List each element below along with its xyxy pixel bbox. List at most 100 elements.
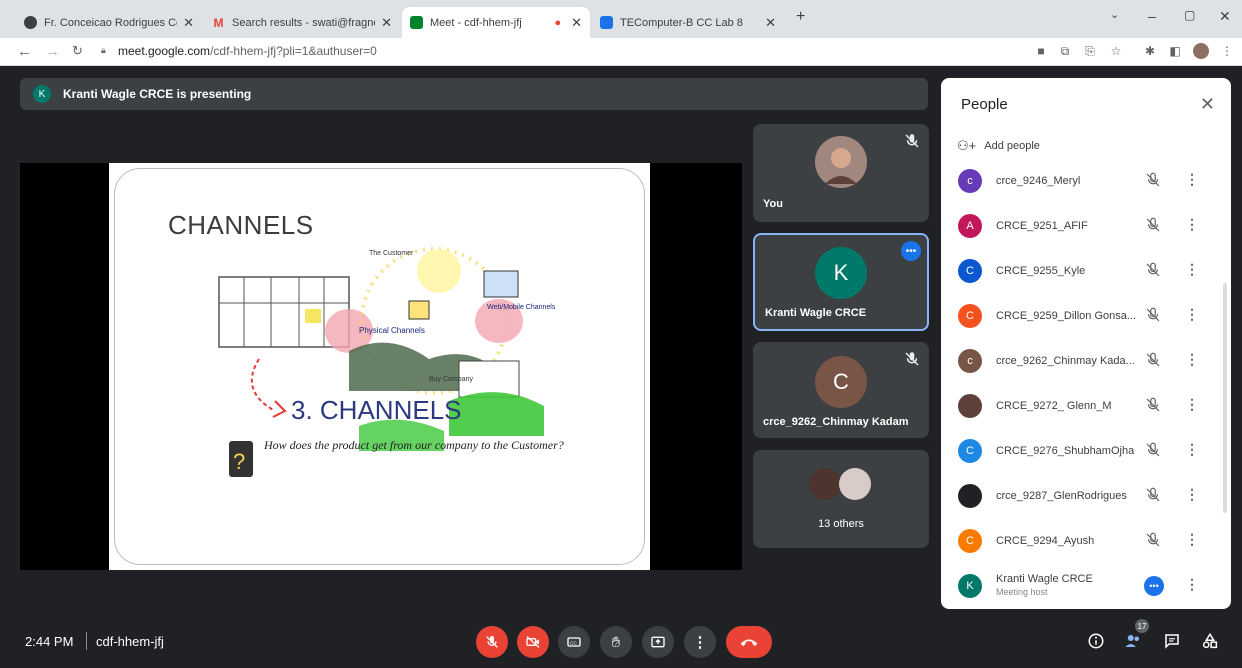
tile-name: crce_9262_Chinmay Kadam — [763, 416, 909, 428]
meet-favicon-icon — [410, 16, 423, 29]
activities-button[interactable] — [1199, 630, 1221, 652]
meeting-details-button[interactable] — [1085, 630, 1107, 652]
tab-title: TEComputer-B CC Lab 8 — [620, 16, 743, 29]
reload-icon[interactable]: ↻ — [72, 43, 83, 59]
participant-row[interactable]: C CRCE_9276_ShubhamOjha ⋮ — [941, 428, 1231, 473]
slide-headline: 3. CHANNELS — [291, 395, 462, 425]
participant-photo-avatar — [958, 484, 982, 508]
close-panel-icon[interactable]: ✕ — [1200, 94, 1215, 115]
extensions-puzzle-icon[interactable]: ✱ — [1143, 44, 1157, 58]
add-people-button[interactable]: ⚇+ Add people — [957, 138, 1040, 154]
participant-avatar: c — [958, 349, 982, 373]
participant-tile-others[interactable]: 13 others — [753, 450, 929, 548]
participant-row[interactable]: crce_9287_GlenRodrigues ⋮ — [941, 473, 1231, 518]
others-count: 13 others — [818, 518, 864, 530]
lock-icon[interactable]: 🔒︎ — [101, 45, 106, 56]
side-panel-icon[interactable]: ◧ — [1168, 44, 1182, 58]
channels-sketch-illustration: 3. CHANNELS ? How does the product get f… — [218, 247, 564, 477]
close-tab-icon[interactable]: ✕ — [571, 15, 582, 31]
tab-title: Search results - swati@fragnel.e — [232, 16, 375, 29]
participant-avatar: A — [958, 214, 982, 238]
forward-arrow-icon[interactable]: → — [45, 43, 60, 60]
raise-hand-button[interactable]: ✋︎ — [600, 626, 632, 658]
more-options-icon[interactable]: ⋮ — [1185, 261, 1199, 278]
mic-off-icon — [905, 352, 919, 366]
url-path: /cdf-hhem-jfj?pli=1&authuser=0 — [210, 44, 377, 58]
browser-tab-strip: Fr. Conceicao Rodrigues College ✕ M Sear… — [0, 0, 1242, 38]
meeting-code: cdf-hhem-jfj — [96, 634, 164, 649]
participant-tile-presenter[interactable]: K ••• Kranti Wagle CRCE — [753, 233, 929, 331]
bookmark-star-icon[interactable]: ☆ — [1109, 44, 1123, 58]
restore-button[interactable]: ▢ — [1184, 8, 1195, 22]
info-icon — [1088, 633, 1104, 649]
mic-off-icon — [1146, 262, 1160, 277]
participant-tile-chinmay[interactable]: C crce_9262_Chinmay Kadam — [753, 342, 929, 438]
more-options-icon[interactable]: ⋮ — [1185, 576, 1199, 593]
participant-row[interactable]: c crce_9262_Chinmay Kada... ⋮ — [941, 338, 1231, 383]
close-tab-icon[interactable]: ✕ — [183, 15, 194, 31]
recording-dot-icon: ● — [554, 16, 562, 29]
participant-row[interactable]: C CRCE_9294_Ayush ⋮ — [941, 518, 1231, 563]
participant-row[interactable]: c crce_9246_Meryl ⋮ — [941, 158, 1231, 203]
more-options-icon[interactable]: ⋮ — [1185, 486, 1199, 503]
participant-name: CRCE_9276_ShubhamOjha — [996, 445, 1135, 457]
chinmay-avatar: C — [815, 356, 867, 408]
url-host: meet.google.com — [118, 44, 211, 58]
tile-name: You — [763, 198, 783, 210]
present-now-button[interactable] — [642, 626, 674, 658]
new-tab-button[interactable]: + — [796, 8, 805, 26]
more-options-icon[interactable]: ⋮ — [1185, 531, 1199, 548]
participant-row[interactable]: CRCE_9272_ Glenn_M ⋮ — [941, 383, 1231, 428]
people-button[interactable] — [1122, 630, 1144, 652]
participant-name: crce_9262_Chinmay Kada... — [996, 355, 1135, 367]
browser-tab-classroom[interactable]: TEComputer-B CC Lab 8 ✕ — [592, 7, 784, 38]
mic-off-icon — [1146, 442, 1160, 457]
participant-tile-you[interactable]: You — [753, 124, 929, 222]
participant-row[interactable]: C CRCE_9259_Dillon Gonsa... ⋮ — [941, 293, 1231, 338]
svg-text:CC: CC — [570, 640, 577, 645]
slide-question: How does the product get from our compan… — [263, 438, 564, 452]
more-options-icon[interactable]: ⋮ — [1185, 441, 1199, 458]
browser-tab-college[interactable]: Fr. Conceicao Rodrigues College ✕ — [16, 7, 202, 38]
mic-off-icon — [1146, 532, 1160, 547]
browser-tab-gmail[interactable]: M Search results - swati@fragnel.e ✕ — [204, 7, 400, 38]
url-field[interactable]: meet.google.com/cdf-hhem-jfj?pli=1&authu… — [118, 44, 377, 58]
other-avatar-2 — [839, 468, 871, 500]
camera-icon[interactable]: ■ — [1034, 44, 1048, 58]
more-options-icon[interactable]: ⋮ — [1185, 396, 1199, 413]
profile-avatar[interactable] — [1193, 43, 1209, 59]
mic-off-icon — [905, 134, 919, 148]
camera-toggle-button[interactable] — [517, 626, 549, 658]
presenting-banner: K Kranti Wagle CRCE is presenting — [20, 78, 928, 110]
camera-off-icon — [526, 636, 540, 648]
microphone-toggle-button[interactable] — [476, 626, 508, 658]
scrollbar[interactable] — [1223, 283, 1227, 513]
leave-call-button[interactable] — [726, 626, 772, 658]
participant-row[interactable]: A CRCE_9251_AFIF ⋮ — [941, 203, 1231, 248]
close-window-button[interactable]: ✕ — [1219, 8, 1231, 25]
speaking-indicator-icon: ••• — [901, 241, 921, 261]
captions-button[interactable]: CC — [558, 626, 590, 658]
more-options-button[interactable]: ⋮ — [684, 626, 716, 658]
more-options-icon[interactable]: ⋮ — [1185, 216, 1199, 233]
open-external-icon[interactable]: ⧉ — [1058, 44, 1072, 58]
people-icon — [1125, 635, 1139, 647]
chat-icon — [1165, 634, 1179, 649]
participant-row-host[interactable]: K Kranti Wagle CRCE Meeting host ••• ⋮ — [941, 563, 1231, 608]
close-tab-icon[interactable]: ✕ — [381, 15, 392, 31]
more-options-icon[interactable]: ⋮ — [1185, 306, 1199, 323]
browser-tab-meet[interactable]: Meet - cdf-hhem-jfj ● ✕ — [402, 7, 590, 38]
participant-name: CRCE_9294_Ayush — [996, 535, 1095, 547]
participant-name: CRCE_9255_Kyle — [996, 265, 1086, 277]
back-arrow-icon[interactable]: ← — [17, 43, 32, 60]
share-icon[interactable]: ⎘ — [1083, 44, 1097, 58]
minimize-button[interactable]: – — [1148, 8, 1156, 24]
participant-row[interactable]: C CRCE_9255_Kyle ⋮ — [941, 248, 1231, 293]
tab-search-icon[interactable]: ⌄ — [1110, 8, 1119, 21]
more-options-icon[interactable]: ⋮ — [1185, 171, 1199, 188]
chat-button[interactable] — [1161, 630, 1183, 652]
more-options-icon[interactable]: ⋮ — [1185, 351, 1199, 368]
people-title: People — [961, 96, 1008, 113]
close-tab-icon[interactable]: ✕ — [765, 15, 776, 31]
chrome-menu-icon[interactable]: ⋮ — [1220, 44, 1234, 58]
